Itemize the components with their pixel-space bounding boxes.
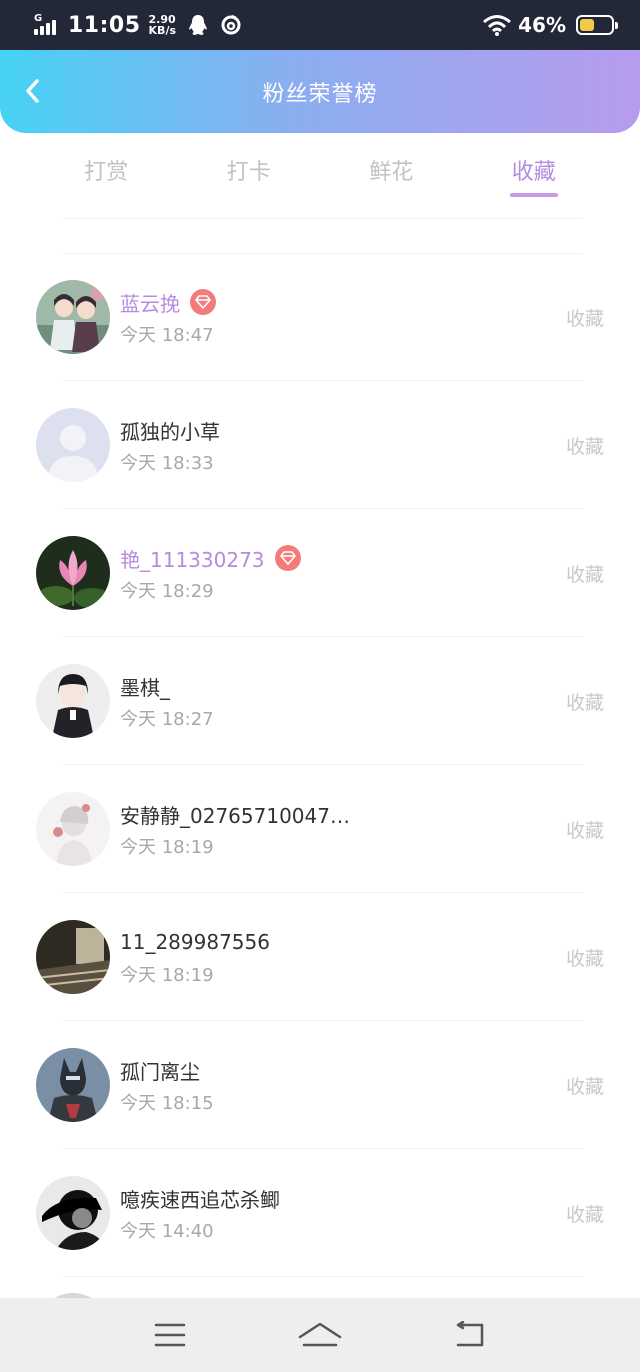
favorite-time: 今天 18:47: [120, 325, 214, 346]
user-name[interactable]: 噫疾速西追芯杀鲫: [120, 1184, 280, 1213]
favorite-time: 今天 18:29: [120, 581, 214, 602]
favorite-time: 今天 18:33: [120, 453, 214, 474]
action-label: 收藏: [565, 691, 604, 714]
battery-icon: [576, 15, 618, 35]
user-name[interactable]: 蓝云挽: [120, 288, 180, 317]
avatar[interactable]: [36, 920, 110, 994]
avatar[interactable]: [36, 408, 110, 482]
list-item-info: 11_289987556 今天 18:19: [120, 927, 640, 987]
back-nav-button[interactable]: [440, 1315, 500, 1355]
vip-badge-icon: [274, 545, 301, 571]
divider: [62, 218, 582, 219]
list-item-info: 噫疾速西追芯杀鲫 今天 14:40: [120, 1183, 640, 1243]
favorite-time: 今天 18:27: [120, 709, 214, 730]
action-label: 收藏: [565, 947, 604, 970]
back-button[interactable]: [18, 76, 48, 106]
favorite-time: 今天 18:15: [120, 1093, 214, 1114]
status-bar-left: G 11:05 2.90 KB/s: [34, 13, 242, 38]
page-title: 粉丝荣誉榜: [262, 81, 378, 107]
status-bar: G 11:05 2.90 KB/s 46%: [0, 0, 640, 50]
user-name[interactable]: 11_289987556: [120, 930, 270, 954]
list-item[interactable]: 噫疾速西追芯杀鲫 今天 14:40 收藏: [0, 1149, 640, 1277]
list-item[interactable]: 孤独的小草 今天 18:33 收藏: [0, 381, 640, 509]
home-button[interactable]: [290, 1315, 350, 1355]
list-item-info: 蓝云挽 今天 18:47: [120, 287, 640, 347]
avatar[interactable]: [36, 280, 110, 354]
list-item-info: 孤独的小草 今天 18:33: [120, 415, 640, 475]
user-name[interactable]: 安静静_02765710047…: [120, 800, 350, 829]
signal-icon: G: [34, 13, 62, 35]
chevron-left-icon: [26, 79, 39, 103]
tab-bar: 打赏 打卡 鲜花 收藏: [0, 140, 640, 200]
avatar[interactable]: [36, 1048, 110, 1122]
menu-icon: [154, 1323, 186, 1347]
network-speed: 2.90 KB/s: [149, 14, 176, 36]
list-item[interactable]: 艳_111330273 今天 18:29 收藏: [0, 509, 640, 637]
clock: 11:05: [68, 12, 141, 38]
avatar[interactable]: [36, 792, 110, 866]
user-name[interactable]: 孤门离尘: [120, 1056, 200, 1085]
action-label: 收藏: [565, 563, 604, 586]
wifi-icon: [482, 14, 512, 36]
avatar[interactable]: [36, 664, 110, 738]
list-item-info: 安静静_02765710047… 今天 18:19: [120, 799, 640, 859]
list-item-info: 墨棋_ 今天 18:27: [120, 671, 640, 731]
back-icon: [456, 1321, 484, 1347]
action-label: 收藏: [565, 1203, 604, 1226]
system-nav-bar: [0, 1298, 640, 1372]
favorite-time: 今天 14:40: [120, 1221, 214, 1242]
tab-reward[interactable]: 打赏: [51, 140, 161, 200]
list-item[interactable]: 11_289987556 今天 18:19 收藏: [0, 893, 640, 1021]
user-name[interactable]: 墨棋_: [120, 672, 170, 701]
user-name[interactable]: 孤独的小草: [120, 416, 220, 445]
list-item[interactable]: 墨棋_ 今天 18:27 收藏: [0, 637, 640, 765]
favorite-time: 今天 18:19: [120, 837, 214, 858]
battery-percent: 46%: [518, 13, 566, 37]
qq-icon: [188, 14, 208, 36]
status-bar-right: 46%: [470, 13, 618, 37]
list-item[interactable]: 安静静_02765710047… 今天 18:19 收藏: [0, 765, 640, 893]
favorite-time: 今天 18:19: [120, 965, 214, 986]
speed-unit: KB/s: [148, 24, 177, 37]
avatar[interactable]: [36, 536, 110, 610]
tab-flowers[interactable]: 鲜花: [336, 140, 446, 200]
action-label: 收藏: [565, 307, 604, 330]
list-item-info: 孤门离尘 今天 18:15: [120, 1055, 640, 1115]
page-header: 粉丝荣誉榜: [0, 50, 640, 133]
home-icon: [298, 1322, 342, 1347]
tab-checkin[interactable]: 打卡: [194, 140, 304, 200]
vip-badge-icon: [190, 289, 216, 315]
action-label: 收藏: [565, 435, 604, 458]
menu-button[interactable]: [140, 1315, 200, 1355]
action-label: 收藏: [565, 1075, 604, 1098]
list-item-info: 艳_111330273 今天 18:29: [120, 543, 640, 603]
tab-favorites[interactable]: 收藏: [479, 140, 589, 200]
network-type: G: [34, 13, 43, 24]
action-label: 收藏: [565, 819, 604, 842]
fan-list: 蓝云挽 今天 18:47 收藏 孤独的小草 今天 18:33 收藏 艳_1113…: [0, 253, 640, 1277]
avatar[interactable]: [36, 1176, 110, 1250]
list-item[interactable]: 孤门离尘 今天 18:15 收藏: [0, 1021, 640, 1149]
list-item[interactable]: 蓝云挽 今天 18:47 收藏: [0, 253, 640, 381]
user-name[interactable]: 艳_111330273: [120, 544, 265, 573]
netease-music-icon: [220, 14, 242, 36]
